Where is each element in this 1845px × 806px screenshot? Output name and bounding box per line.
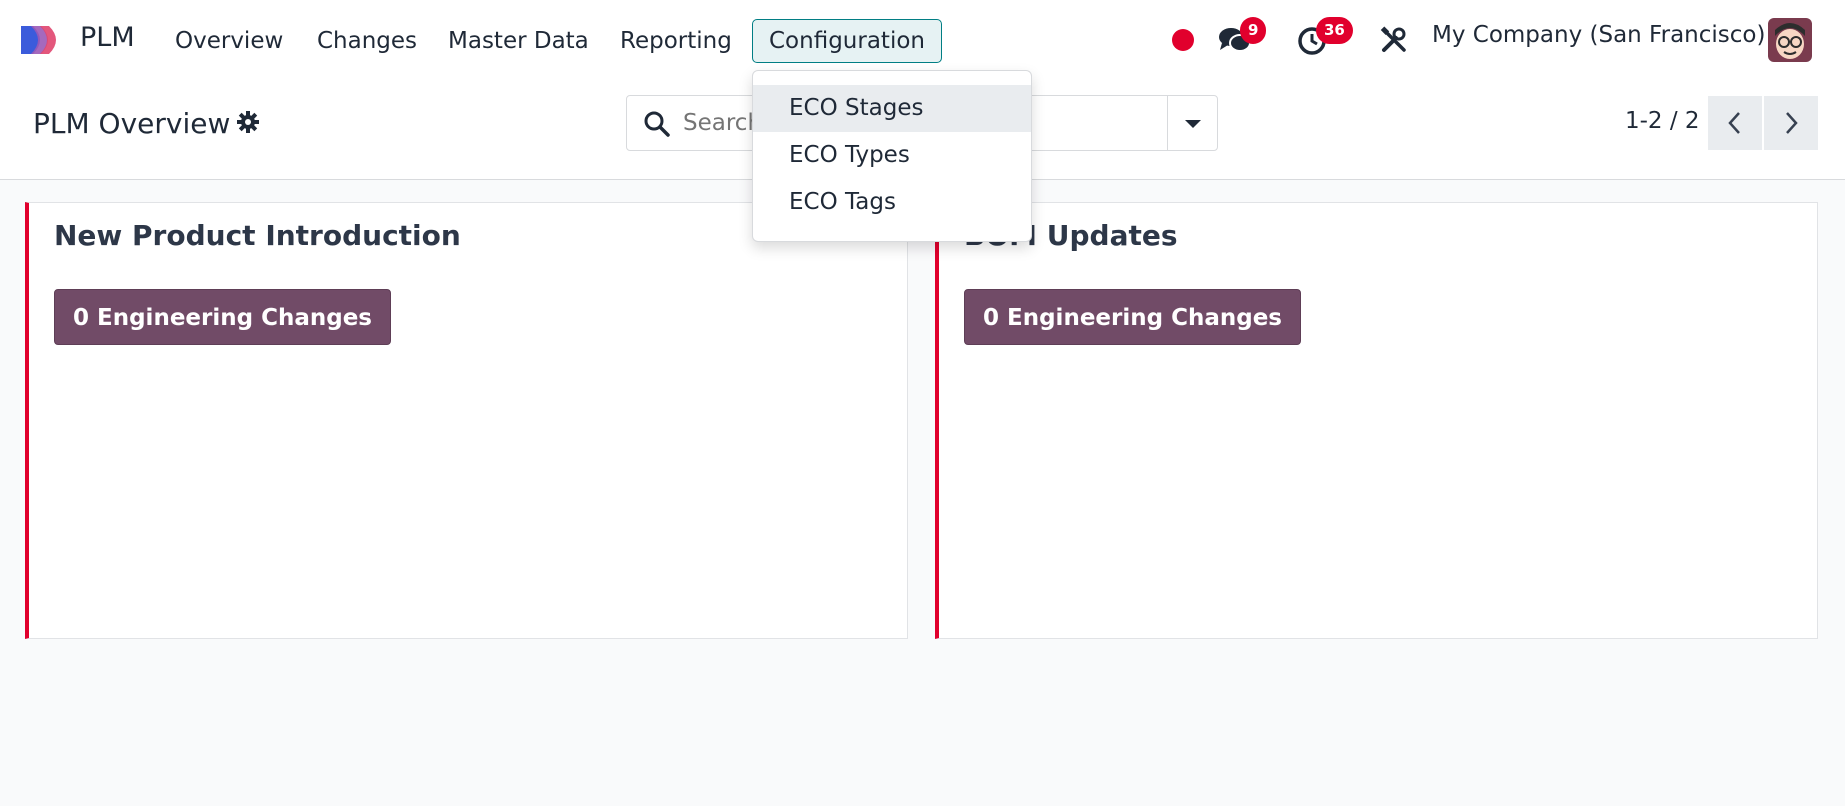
top-navbar: PLM Overview Changes Master Data Reporti… [0, 0, 1845, 80]
search-icon [644, 111, 670, 137]
chevron-right-icon [1786, 112, 1798, 134]
status-dot-icon[interactable] [1172, 29, 1194, 51]
menu-item-eco-tags[interactable]: ECO Tags [753, 179, 1031, 226]
menu-configuration[interactable]: Configuration [752, 19, 942, 63]
search-options-toggle[interactable] [1167, 96, 1217, 150]
configuration-dropdown: ECO Stages ECO Types ECO Tags [752, 70, 1032, 242]
user-avatar[interactable] [1768, 18, 1812, 62]
caret-down-icon [1185, 120, 1201, 128]
pager-next-button[interactable] [1764, 96, 1818, 150]
app-name[interactable]: PLM [80, 22, 135, 53]
messages-badge: 9 [1240, 17, 1267, 44]
menu-master-data[interactable]: Master Data [432, 19, 605, 63]
menu-reporting[interactable]: Reporting [604, 19, 748, 63]
eco-type-card[interactable]: BOM Updates 0 Engineering Changes [935, 202, 1818, 639]
tools-icon[interactable] [1380, 26, 1408, 54]
menu-overview[interactable]: Overview [159, 19, 299, 63]
pager-previous-button[interactable] [1708, 96, 1762, 150]
engineering-changes-button[interactable]: 0 Engineering Changes [964, 289, 1301, 345]
plm-logo-icon[interactable] [19, 23, 69, 57]
menu-item-eco-stages[interactable]: ECO Stages [753, 85, 1031, 132]
company-switcher[interactable]: My Company (San Francisco) [1432, 22, 1765, 48]
menu-changes[interactable]: Changes [301, 19, 433, 63]
pager-value[interactable]: 1-2 / 2 [1625, 108, 1700, 134]
eco-type-card[interactable]: New Product Introduction 0 Engineering C… [25, 202, 908, 639]
menu-item-eco-types[interactable]: ECO Types [753, 132, 1031, 179]
page-title: PLM Overview [33, 107, 231, 140]
card-title[interactable]: New Product Introduction [54, 219, 461, 252]
gear-icon[interactable] [236, 110, 260, 134]
chevron-left-icon [1728, 112, 1740, 134]
activities-badge: 36 [1316, 17, 1353, 44]
engineering-changes-button[interactable]: 0 Engineering Changes [54, 289, 391, 345]
